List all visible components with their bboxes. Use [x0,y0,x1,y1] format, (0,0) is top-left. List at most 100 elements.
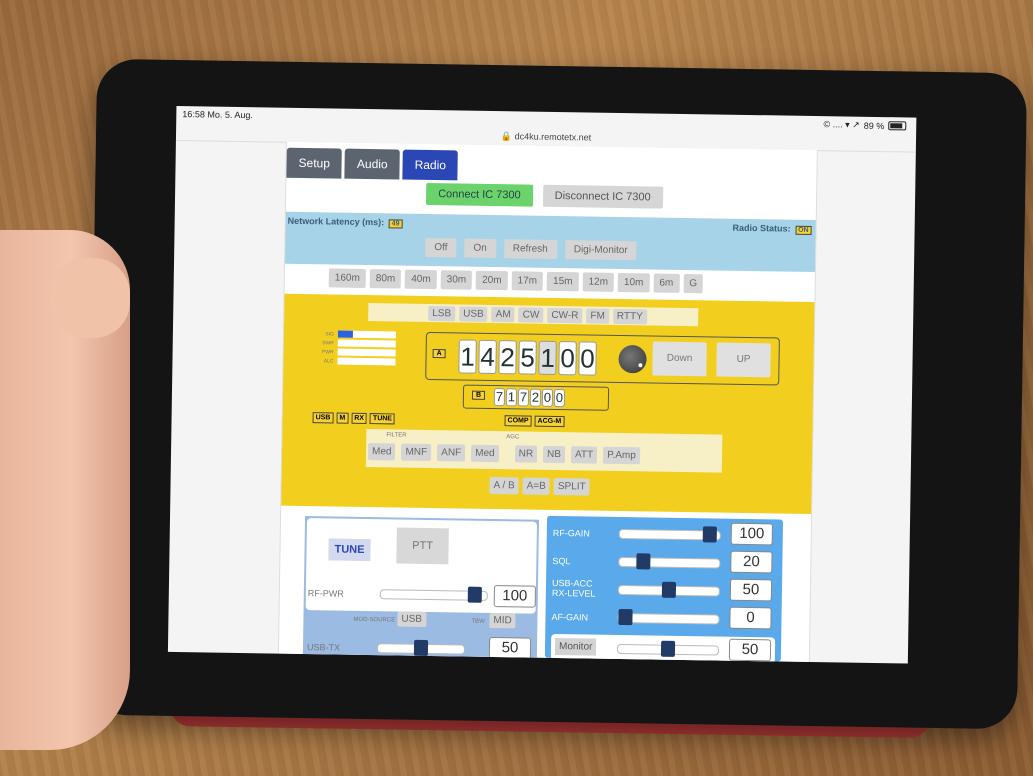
holding-thumb [50,258,130,338]
mode-button-am[interactable]: AM [491,306,515,322]
usb-tx-value[interactable]: 50 [488,636,532,660]
tbw-button[interactable]: MID [489,612,516,629]
af-gain-value[interactable]: 0 [729,606,772,630]
monitor-value[interactable]: 50 [728,638,772,662]
pamp-button[interactable]: P.Amp [603,446,641,465]
rf-pwr-slider[interactable] [379,586,488,603]
band-button-6m[interactable]: 6m [653,273,680,293]
band-button-30m[interactable]: 30m [440,270,473,290]
meter-swr: SWR [314,339,396,348]
tab-radio[interactable]: Radio [402,149,459,181]
band-button-40m[interactable]: 40m [405,269,437,290]
band-button-80m[interactable]: 80m [369,269,402,289]
nr-button[interactable]: NR [514,445,538,463]
frequency-digit[interactable]: 1 [538,340,557,375]
tablet-device: 16:58 Mo. 5. Aug. © .... ▾ ↗ 89 % 🔒 dc4k… [86,58,1028,730]
filter-buttons: Med MNF ANF Med NR NB ATT P.Amp [367,443,641,465]
frequency-digit[interactable]: 4 [478,339,497,375]
monitor-slider[interactable] [616,640,720,657]
mode-button-cw-r[interactable]: CW-R [547,307,583,323]
tab-setup[interactable]: Setup [286,147,343,179]
tx-inner-box: TUNE PTT RF-PWR 100 [305,518,537,614]
meter-pwr: PWR [314,348,396,357]
frequency-digit[interactable]: 7 [517,388,530,407]
mode-button-usb[interactable]: USB [459,305,488,322]
agc-med-button[interactable]: Med [471,444,499,463]
rf-gain-slider[interactable] [618,526,721,543]
monitor-button[interactable]: Monitor [554,638,597,656]
frequency-digit[interactable]: 0 [553,388,566,408]
off-button[interactable]: Off [425,237,457,258]
filter-med-button[interactable]: Med [367,443,396,461]
mnf-button[interactable]: MNF [401,443,432,462]
att-button[interactable]: ATT [570,446,598,464]
band-button-15m[interactable]: 15m [546,271,579,292]
frequency-up-button[interactable]: UP [716,342,771,378]
slider-thumb[interactable] [636,553,651,570]
frequency-digit[interactable]: 1 [458,339,477,374]
band-button-160m[interactable]: 160m [328,268,366,288]
band-button-17m[interactable]: 17m [511,271,544,291]
tab-audio[interactable]: Audio [344,148,400,180]
digi-monitor-button[interactable]: Digi-Monitor [564,240,637,261]
split-button[interactable]: SPLIT [553,477,590,496]
flag-acg-m: ACG-M [534,415,565,428]
tablet-screen: 16:58 Mo. 5. Aug. © .... ▾ ↗ 89 % 🔒 dc4k… [167,105,917,664]
status-flags-left: USB M RX TUNE [312,412,396,425]
frequency-digit[interactable]: 1 [505,388,518,407]
tuning-knob-icon[interactable] [618,344,647,374]
latency-badge: 49 [388,219,403,229]
vfo-b-display: B 7 1 7 2 0 0 [462,384,610,411]
slider-thumb[interactable] [661,581,677,598]
frequency-digit[interactable]: 5 [518,340,537,375]
network-latency: Network Latency (ms): 49 [288,216,403,229]
sql-slider[interactable] [618,553,721,570]
frequency-digit[interactable]: 2 [529,388,542,407]
band-button-g[interactable]: G [683,273,704,294]
usb-acc-slider[interactable] [617,581,720,598]
band-button-10m[interactable]: 10m [617,272,650,293]
nb-button[interactable]: NB [542,445,566,464]
a-b-swap-button[interactable]: A / B [489,476,519,495]
band-button-20m[interactable]: 20m [476,270,508,291]
frequency-digit[interactable]: 2 [498,340,517,375]
on-button[interactable]: On [464,238,496,259]
slider-thumb[interactable] [618,608,633,626]
slider-thumb[interactable] [660,640,676,657]
band-button-12m[interactable]: 12m [582,272,615,292]
ptt-button[interactable]: PTT [396,527,449,565]
tune-button[interactable]: TUNE [328,538,371,562]
mod-source-button[interactable]: USB [397,611,427,627]
rf-gain-value[interactable]: 100 [730,522,773,546]
frequency-digit[interactable]: 0 [578,341,597,376]
disconnect-button[interactable]: Disconnect IC 7300 [542,184,663,209]
radio-status-badge: ON [795,225,812,235]
slider-thumb[interactable] [468,586,483,603]
anf-button[interactable]: ANF [437,444,466,462]
rx-level-label: RX-LEVEL [551,587,596,599]
a-equals-b-button[interactable]: A=B [522,477,550,495]
meter-bar [337,330,396,339]
mode-button-cw[interactable]: CW [518,306,544,323]
usb-tx-slider[interactable] [376,639,466,657]
usb-acc-value[interactable]: 50 [729,578,773,602]
slider-thumb[interactable] [702,526,717,543]
frequency-digit[interactable]: 7 [493,388,506,407]
mode-button-lsb[interactable]: LSB [428,305,456,321]
refresh-button[interactable]: Refresh [503,239,557,259]
connect-button[interactable]: Connect IC 7300 [425,182,533,207]
sql-value[interactable]: 20 [730,550,773,574]
mode-button-rtty[interactable]: RTTY [612,308,647,324]
battery-percent: 89 % [863,120,885,131]
rf-pwr-value[interactable]: 100 [493,585,536,608]
mode-button-fm[interactable]: FM [586,307,609,324]
usb-tx-label: USB-TX [306,642,341,653]
filter-label: FILTER [386,432,407,439]
frequency-digit[interactable]: 0 [558,341,577,376]
frequency-digit[interactable]: 0 [541,388,554,407]
mode-row: LSB USB AM CW CW-R FM RTTY [368,303,699,327]
frequency-down-button[interactable]: Down [652,341,707,377]
slider-thumb[interactable] [413,639,429,657]
af-gain-slider[interactable] [617,608,720,626]
monitor-box: Monitor 50 [550,633,776,664]
